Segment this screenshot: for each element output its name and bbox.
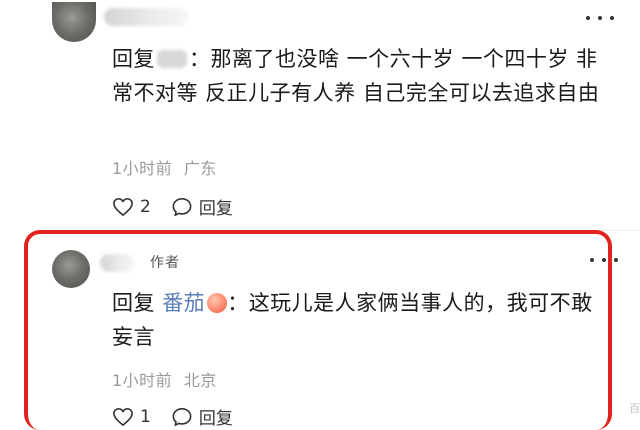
comment-meta: 1小时前 广东 (112, 155, 217, 179)
more-icon[interactable] (586, 12, 614, 24)
comment-body: 回复 ：那离了也没啥 一个六十岁 一个四十岁 非常不对等 反正儿子有人养 自己完全… (112, 42, 600, 110)
comment-bubble-icon (172, 197, 192, 216)
highlight-frame (24, 230, 612, 430)
username-redacted[interactable] (104, 8, 188, 26)
reply-label: 回复 (198, 199, 233, 219)
comment-actions: 2 回复 (112, 194, 253, 219)
comment-time: 1小时前 (112, 159, 173, 178)
reply-prefix: 回复 (112, 47, 155, 71)
comment-location: 广东 (183, 159, 217, 178)
comment-item: 回复 ：那离了也没啥 一个六十岁 一个四十岁 非常不对等 反正儿子有人养 自己完全… (0, 0, 640, 232)
watermark: 百 (629, 402, 640, 415)
heart-icon (113, 197, 133, 216)
like-button[interactable]: 2 (112, 197, 151, 217)
mention-redacted[interactable] (157, 50, 187, 68)
avatar[interactable] (52, 2, 96, 42)
colon: ： (189, 47, 211, 71)
reply-button[interactable]: 回复 (171, 194, 233, 219)
like-count: 2 (140, 196, 151, 217)
